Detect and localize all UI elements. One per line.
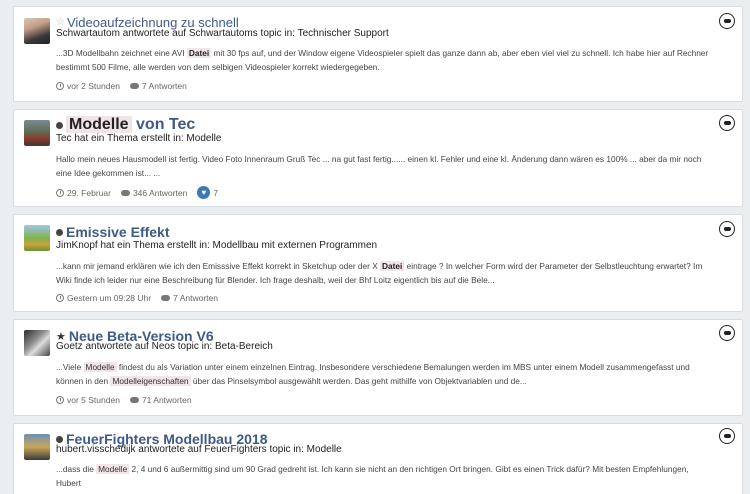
chat-bubble-icon[interactable] bbox=[719, 428, 735, 444]
star-outline-icon: ☆ bbox=[56, 17, 65, 28]
post-snippet: ...kann mir jemand erklären wie ich den … bbox=[56, 261, 703, 285]
topic-title-link[interactable]: Modelle von Tec bbox=[66, 116, 195, 134]
post-snippet: Hallo mein neues Hausmodell ist fertig. … bbox=[56, 154, 702, 178]
chat-bubble-icon[interactable] bbox=[719, 115, 735, 131]
clock-icon bbox=[56, 188, 64, 197]
reply-count[interactable]: 7 Antworten bbox=[142, 81, 187, 91]
comment-icon bbox=[129, 397, 139, 403]
post-footer: vor 2 Stunden 7 Antworten bbox=[56, 81, 187, 91]
search-result-card: Emissive Effekt JimKnopf hat ein Thema e… bbox=[13, 214, 743, 312]
avatar[interactable] bbox=[24, 330, 50, 356]
reply-count[interactable]: 71 Antworten bbox=[142, 395, 192, 405]
search-highlight: Modelle bbox=[96, 464, 130, 474]
post-time: vor 2 Stunden bbox=[67, 81, 120, 91]
search-highlight: Modelle bbox=[83, 362, 117, 372]
clock-icon bbox=[56, 82, 64, 90]
activity-meta: Goetz antwortete auf Neos topic in: Beta… bbox=[56, 341, 273, 352]
activity-meta: Schwartautom antwortete auf Schwartautom… bbox=[56, 28, 389, 39]
comment-icon bbox=[161, 295, 171, 301]
unread-dot-icon bbox=[56, 435, 63, 443]
post-snippet: ...dass die Modelle 2, 4 und 6 außermitt… bbox=[56, 464, 689, 488]
like-count[interactable]: 7 bbox=[213, 188, 218, 198]
avatar[interactable] bbox=[24, 225, 50, 251]
comment-icon bbox=[120, 189, 130, 196]
post-time: vor 5 Stunden bbox=[67, 395, 120, 405]
activity-meta: JimKnopf hat ein Thema erstellt in: Mode… bbox=[56, 240, 378, 251]
unread-dot-icon bbox=[56, 121, 63, 129]
avatar[interactable] bbox=[24, 434, 50, 460]
clock-icon bbox=[56, 294, 64, 302]
avatar[interactable] bbox=[24, 18, 50, 44]
search-highlight: Datei bbox=[380, 261, 405, 271]
search-result-card: ★ Neue Beta-Version V6 Goetz antwortete … bbox=[13, 319, 743, 416]
search-result-card: ☆ Videoaufzeichnung zu schnell Schwartau… bbox=[13, 6, 743, 102]
avatar[interactable] bbox=[24, 120, 50, 146]
search-highlight: Datei bbox=[186, 48, 212, 58]
post-time: 29. Februar bbox=[67, 187, 111, 198]
post-footer: vor 5 Stunden 71 Antworten bbox=[56, 395, 192, 405]
chat-bubble-icon[interactable] bbox=[719, 221, 735, 237]
post-footer: 29. Februar 346 Antworten ♥ 7 bbox=[56, 186, 218, 199]
search-result-card: FeuerFighters Modellbau 2018 hubert.viss… bbox=[13, 423, 743, 494]
chat-bubble-icon[interactable] bbox=[719, 13, 735, 29]
chat-bubble-icon[interactable] bbox=[719, 325, 735, 341]
clock-icon bbox=[56, 396, 64, 404]
post-snippet: ...3D Modellbahn zeichnet eine AVI Datei… bbox=[56, 48, 709, 72]
reply-count[interactable]: 7 Antworten bbox=[173, 293, 218, 303]
topic-title-link[interactable]: Emissive Effekt bbox=[66, 224, 170, 240]
post-snippet: ...Viele Modelle findest du als Variatio… bbox=[56, 362, 690, 386]
activity-meta: Tec hat ein Thema erstellt in: Modelle bbox=[56, 133, 222, 144]
post-footer: Gestern um 09:28 Uhr 7 Antworten bbox=[56, 293, 218, 303]
activity-meta: hubert.visschedijk antwortete auf FeuerF… bbox=[56, 444, 342, 455]
search-highlight: Modelleigenschaften bbox=[110, 376, 191, 386]
unread-dot-icon bbox=[56, 228, 63, 236]
reply-count[interactable]: 346 Antworten bbox=[133, 188, 187, 198]
search-result-card: Modelle von Tec Tec hat ein Thema erstel… bbox=[13, 109, 743, 207]
heart-icon: ♥ bbox=[197, 186, 211, 199]
comment-icon bbox=[129, 83, 139, 89]
post-time: Gestern um 09:28 Uhr bbox=[67, 293, 152, 303]
